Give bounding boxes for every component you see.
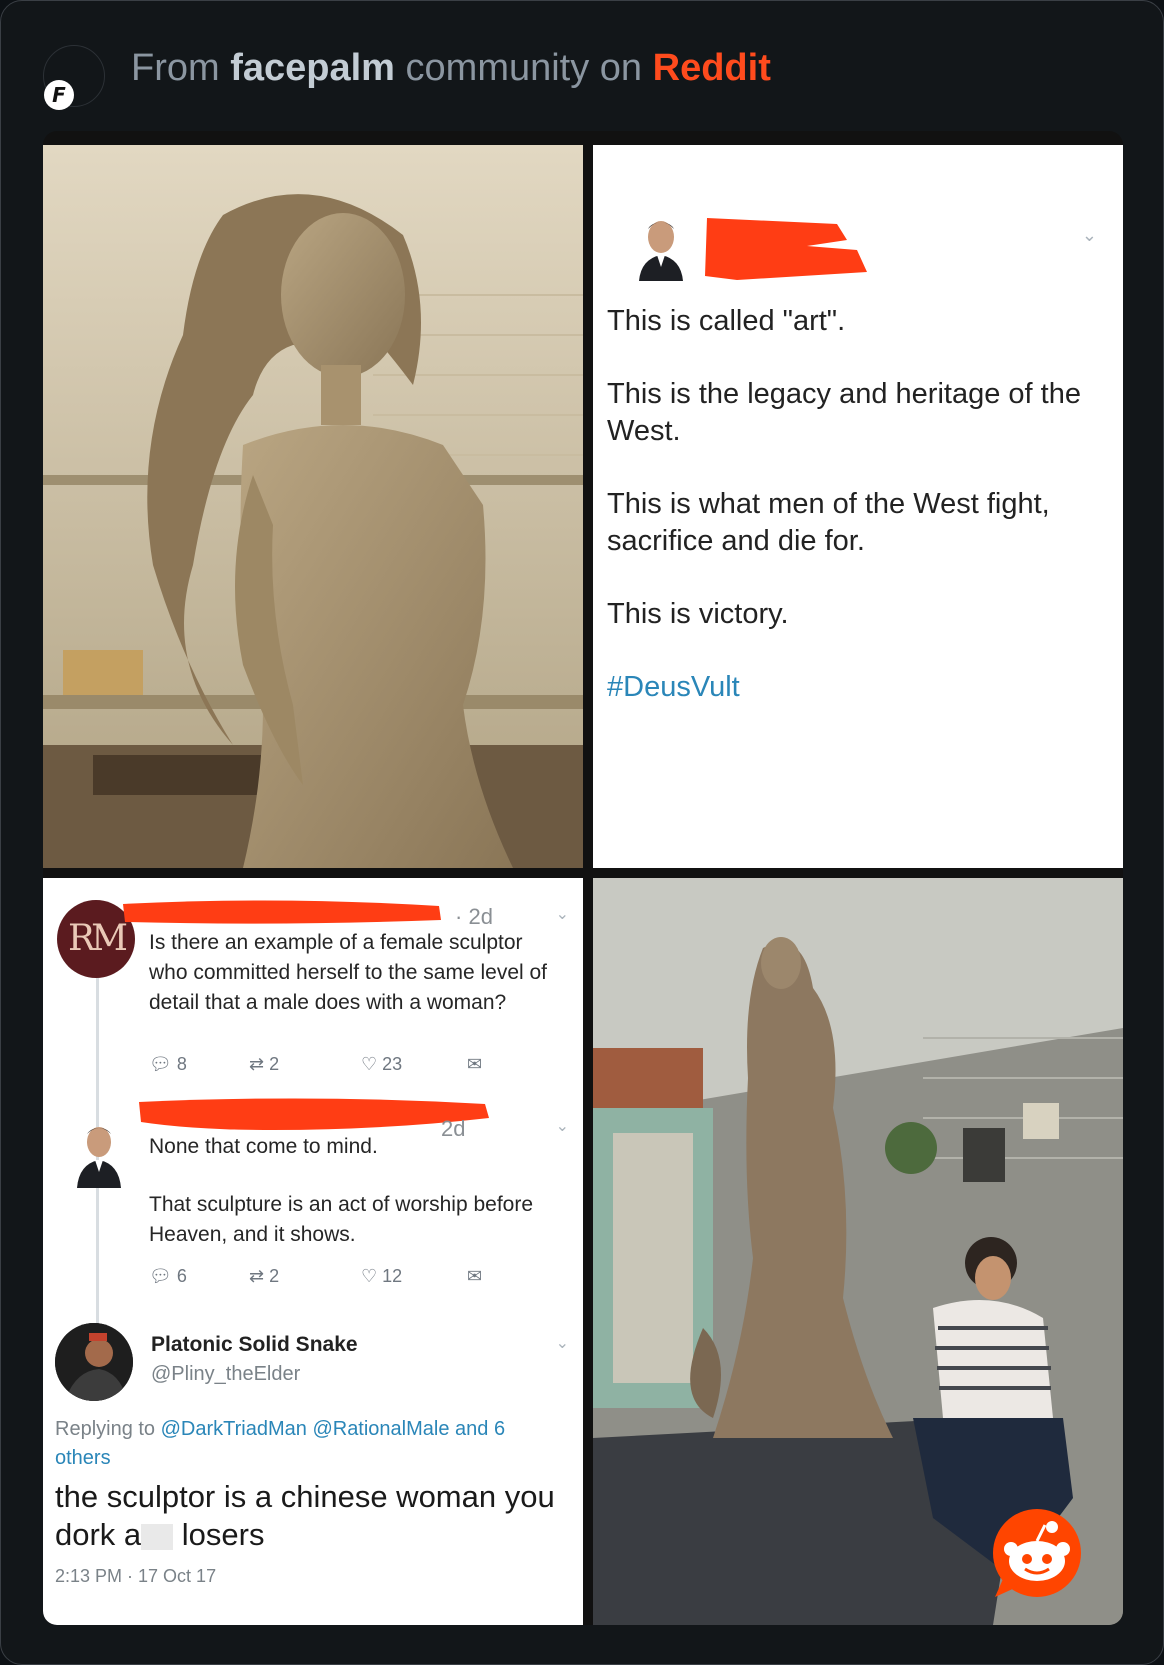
site-name[interactable]: Reddit (653, 47, 771, 89)
reply-author-avatar[interactable] (73, 1122, 125, 1188)
statue-illustration (43, 145, 583, 868)
reply-thread-panel: RM · 2d ⌄ Is there an example of a femal… (43, 878, 583, 1625)
tweet-author-avatar[interactable] (633, 215, 689, 281)
reply-menu-chevron-icon[interactable]: ⌄ (556, 904, 569, 924)
reply-icon[interactable]: 💬︎ 8 (149, 1054, 187, 1075)
reply-menu-chevron-icon[interactable]: ⌄ (556, 1116, 569, 1136)
tweet-line: This is called "art". (607, 305, 846, 337)
like-icon[interactable]: ♡ 23 (361, 1054, 402, 1075)
retweet-icon[interactable]: ⇄ 2 (249, 1266, 279, 1287)
censor-block (141, 1523, 174, 1550)
subreddit-avatar[interactable]: F (43, 45, 105, 110)
meme-image[interactable]: ⌄ This is called "art". This is the lega… (43, 131, 1123, 1625)
reply-actions: 💬︎ 8 ⇄ 2 ♡ 23 ✉ (149, 1054, 489, 1080)
like-icon[interactable]: ♡ 12 (361, 1266, 402, 1287)
reply-icon[interactable]: 💬︎ 6 (149, 1266, 187, 1287)
post-header: F From facepalm community on Reddit (43, 39, 1043, 110)
redaction-mark (139, 1098, 489, 1130)
retweet-icon[interactable]: ⇄ 2 (249, 1054, 279, 1075)
tweet-hashtag[interactable]: #DeusVult (607, 669, 1087, 706)
statue-photo (43, 145, 583, 868)
post-source-line: From facepalm community on Reddit (131, 47, 771, 90)
subreddit-badge-icon: F (44, 80, 74, 110)
tweet-panel: ⌄ This is called "art". This is the lega… (593, 145, 1123, 868)
reddit-snoo-icon[interactable] (989, 1505, 1085, 1601)
pss-avatar[interactable] (55, 1323, 133, 1401)
reply-author-handle[interactable]: @Pliny_theElder (151, 1363, 300, 1386)
tweet-body: This is called "art". This is the legacy… (607, 303, 1087, 742)
reply-text: That sculpture is an act of worship befo… (149, 1193, 534, 1246)
replying-to: Replying to @DarkTriadMan @RationalMale … (55, 1418, 506, 1469)
reply-timestamp: 2:13 PM · 17 Oct 17 (55, 1566, 217, 1586)
reply-menu-chevron-icon[interactable]: ⌄ (556, 1333, 569, 1353)
final-reply-text: the sculptor is a chinese woman you dork… (55, 1479, 555, 1552)
share-mail-icon[interactable]: ✉ (467, 1266, 482, 1287)
studio-photo (593, 878, 1123, 1625)
reply-age: · 2d (455, 904, 493, 929)
tweet-line: This is the legacy and heritage of the W… (607, 378, 1081, 447)
source-middle: community on (405, 47, 643, 89)
redaction-mark (705, 218, 867, 280)
tweet-menu-chevron-icon[interactable]: ⌄ (1082, 225, 1097, 246)
source-prefix: From (131, 47, 220, 89)
reply-text: None that come to mind. (149, 1135, 378, 1158)
reply-actions: 💬︎ 6 ⇄ 2 ♡ 12 ✉ (149, 1266, 489, 1292)
tweet-line: This is what men of the West fight, sacr… (607, 488, 1050, 557)
subreddit-name[interactable]: facepalm (230, 47, 395, 89)
post-card: F From facepalm community on Reddit ⌄ Th… (0, 0, 1164, 1665)
redaction-mark (123, 900, 441, 924)
tweet-line: This is victory. (607, 598, 789, 630)
share-mail-icon[interactable]: ✉ (467, 1054, 482, 1075)
reply-author-name[interactable]: Platonic Solid Snake (151, 1333, 358, 1357)
reply-text: Is there an example of a female sculptor… (149, 931, 548, 1014)
